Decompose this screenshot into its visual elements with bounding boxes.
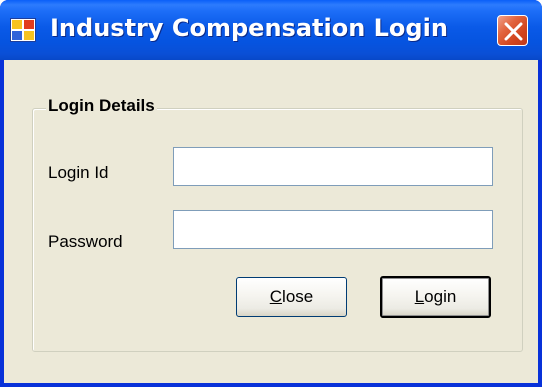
login-button[interactable]: Login (380, 276, 491, 318)
window-title: Industry Compensation Login (50, 14, 448, 42)
close-button-mnemonic: C (269, 287, 283, 306)
window-close-button[interactable] (497, 15, 528, 46)
window-client-area: Login Details Login Id Password Close Lo… (4, 60, 538, 383)
login-button-label: ogin (424, 287, 457, 306)
password-input[interactable] (173, 210, 493, 249)
password-label: Password (48, 232, 123, 251)
login-id-label: Login Id (48, 163, 109, 182)
title-bar[interactable]: Industry Compensation Login (0, 0, 542, 60)
login-window: Industry Compensation Login Login Detail… (0, 0, 542, 387)
close-button-label: lose (282, 287, 314, 306)
group-label: Login Details (46, 96, 157, 116)
close-icon (504, 22, 523, 41)
close-button[interactable]: Close (236, 277, 347, 317)
login-button-mnemonic: L (414, 287, 425, 306)
app-window-icon (10, 18, 36, 42)
login-id-input[interactable] (173, 147, 493, 186)
